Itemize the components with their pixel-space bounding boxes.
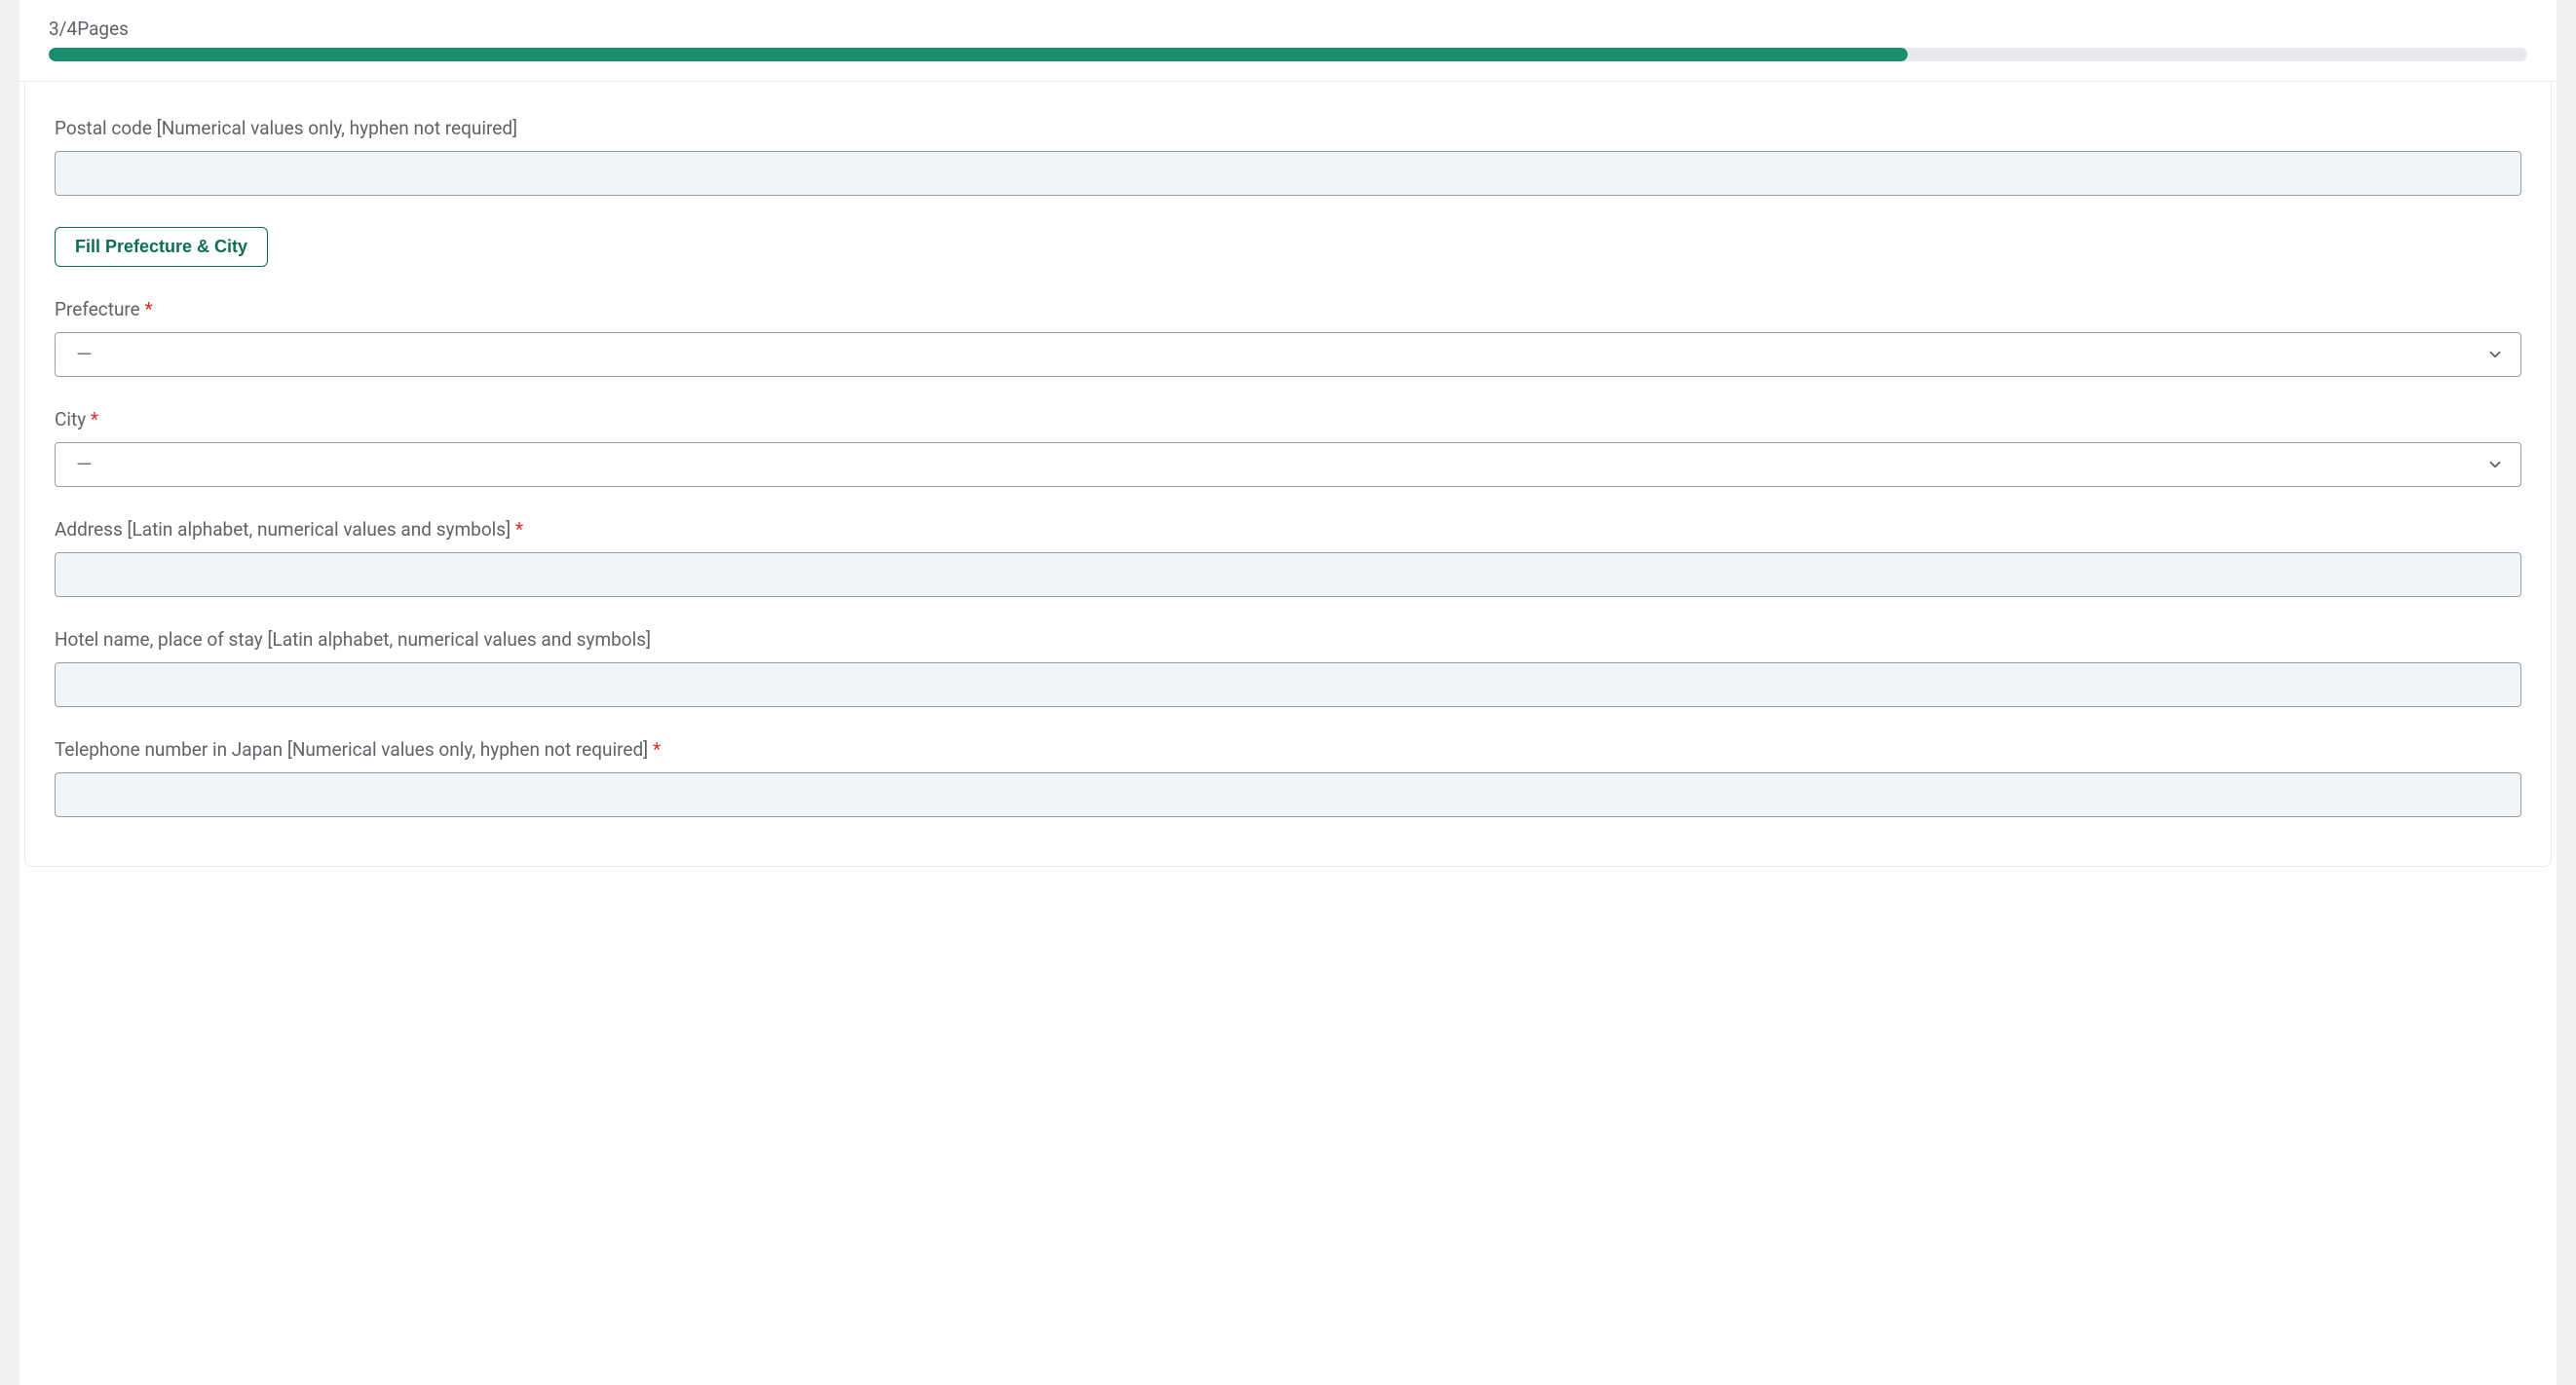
city-label: City * (55, 408, 2521, 430)
prefecture-label: Prefecture * (55, 298, 2521, 320)
address-input[interactable] (55, 552, 2521, 597)
progress-section: 3/4Pages (19, 0, 2557, 61)
prefecture-label-text: Prefecture (55, 298, 140, 320)
prefecture-select[interactable]: － (55, 332, 2521, 377)
address-field: Address [Latin alphabet, numerical value… (55, 518, 2521, 597)
telephone-label: Telephone number in Japan [Numerical val… (55, 738, 2521, 761)
address-label-text: Address [Latin alphabet, numerical value… (55, 518, 511, 541)
postal-code-field: Postal code [Numerical values only, hyph… (55, 117, 2521, 196)
hotel-label-text: Hotel name, place of stay [Latin alphabe… (55, 628, 651, 651)
telephone-label-text: Telephone number in Japan [Numerical val… (55, 738, 648, 761)
progress-label: 3/4Pages (49, 18, 2527, 40)
city-field: City * － (55, 408, 2521, 487)
progress-bar (49, 48, 2527, 61)
required-mark: * (140, 298, 153, 320)
postal-code-label: Postal code [Numerical values only, hyph… (55, 117, 2521, 139)
prefecture-field: Prefecture * － (55, 298, 2521, 377)
city-select[interactable]: － (55, 442, 2521, 487)
postal-code-input[interactable] (55, 151, 2521, 196)
form-container: Postal code [Numerical values only, hyph… (24, 82, 2552, 867)
required-mark: * (511, 518, 523, 541)
required-mark: * (648, 738, 661, 761)
hotel-field: Hotel name, place of stay [Latin alphabe… (55, 628, 2521, 707)
postal-code-label-text: Postal code [Numerical values only, hyph… (55, 117, 517, 139)
telephone-field: Telephone number in Japan [Numerical val… (55, 738, 2521, 817)
page-container: 3/4Pages Postal code [Numerical values o… (19, 0, 2557, 1385)
telephone-input[interactable] (55, 772, 2521, 817)
address-label: Address [Latin alphabet, numerical value… (55, 518, 2521, 541)
city-label-text: City (55, 408, 86, 430)
hotel-label: Hotel name, place of stay [Latin alphabe… (55, 628, 2521, 651)
required-mark: * (86, 408, 98, 430)
hotel-input[interactable] (55, 662, 2521, 707)
fill-prefecture-city-button[interactable]: Fill Prefecture & City (55, 227, 268, 267)
city-select-wrapper: － (55, 442, 2521, 487)
progress-fill (49, 48, 1908, 61)
prefecture-select-wrapper: － (55, 332, 2521, 377)
